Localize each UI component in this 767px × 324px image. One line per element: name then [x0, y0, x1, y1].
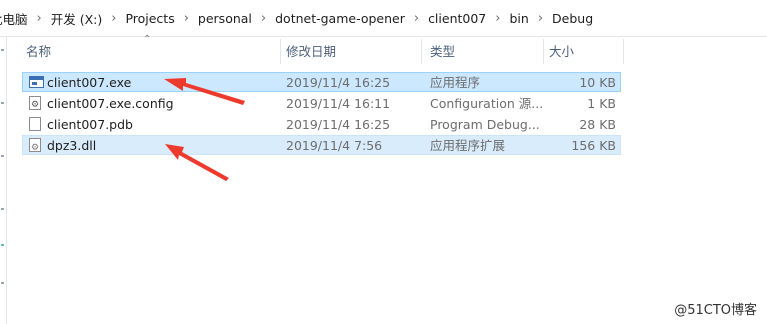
red-arrow-icon — [165, 144, 229, 181]
watermark: @51CTO博客 — [674, 303, 757, 318]
annotation-arrows — [164, 78, 245, 181]
red-arrow-icon — [164, 78, 245, 105]
